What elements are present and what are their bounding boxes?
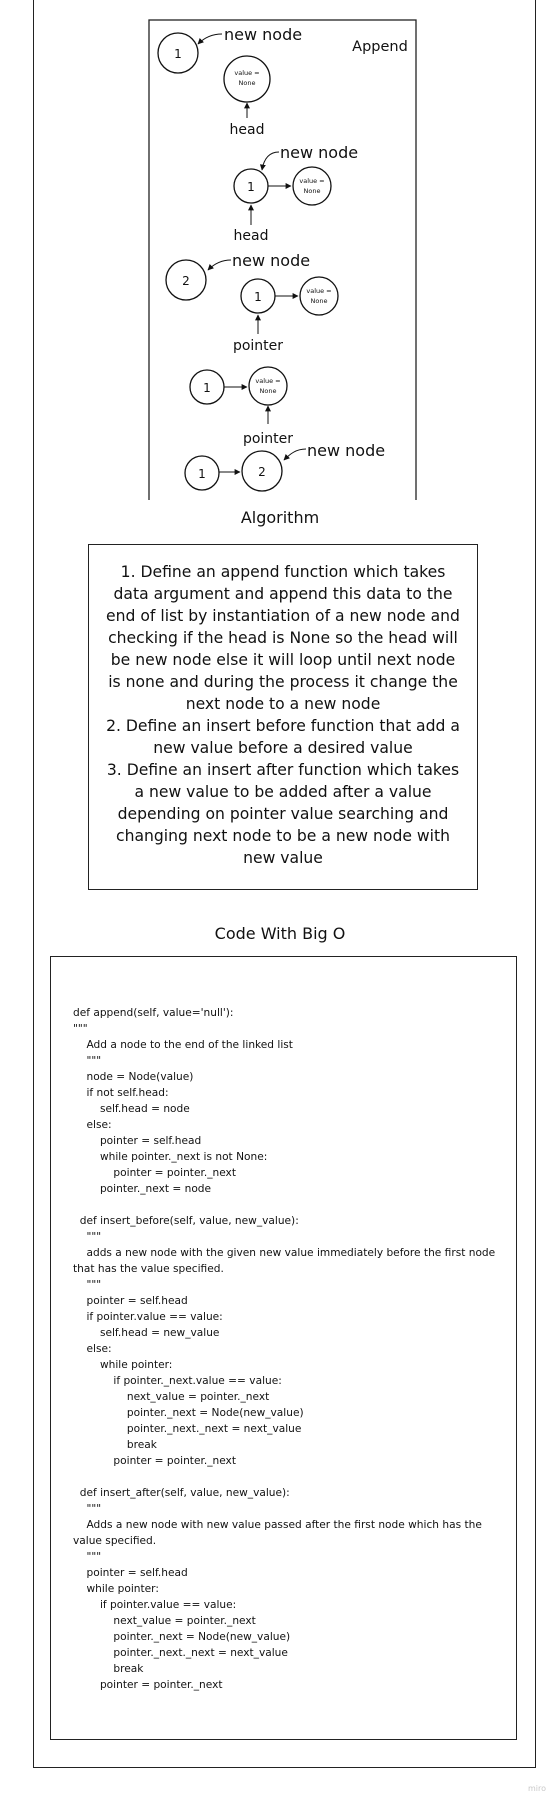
step2-none-node [292, 166, 332, 206]
code-line: Adds a new node with new value passed af… [73, 1519, 486, 1547]
code-line: pointer = pointer._next [73, 1679, 223, 1691]
code-line: pointer._next = Node(new_value) [73, 1407, 304, 1419]
step5-new-node-label: new node [307, 441, 385, 460]
step2-none-node-line2: None [304, 187, 321, 195]
code-line: self.head = new_value [73, 1327, 220, 1339]
code-line: pointer._next = Node(new_value) [73, 1631, 291, 1643]
step4-none-node [248, 366, 288, 406]
code-line: if pointer.value == value: [73, 1599, 237, 1611]
code-line: """ [73, 1503, 102, 1515]
code-line: pointer = self.head [73, 1295, 188, 1307]
algorithm-step-2: 2. Define an insert before function that… [106, 717, 460, 757]
code-line: pointer._next._next = next_value [73, 1647, 288, 1659]
code-line: """ [73, 1055, 102, 1067]
step4-pointer-label: pointer [243, 431, 293, 447]
code-line: if pointer.value == value: [73, 1311, 223, 1323]
code-line: break [73, 1439, 157, 1451]
code-line: if pointer._next.value == value: [73, 1375, 282, 1387]
step4-node-1-value: 1 [203, 381, 211, 395]
append-diagram: Append 1 new node value = None head 1 va… [148, 19, 417, 500]
step1-new-node-label: new node [224, 25, 302, 44]
code-line: """ [73, 1279, 102, 1291]
code-line: else: [73, 1119, 112, 1131]
code-line: self.head = node [73, 1103, 190, 1115]
code-title: Code With Big O [214, 924, 346, 943]
code-line: pointer = pointer._next [73, 1455, 236, 1467]
code-line: pointer._next._next = next_value [73, 1423, 302, 1435]
code-line: def append(self, value='null'): [73, 1007, 234, 1019]
code-line: pointer = self.head [73, 1135, 202, 1147]
code-line: Add a node to the end of the linked list [73, 1039, 293, 1051]
step1-new-node-arrow [197, 33, 223, 45]
code-box: def append(self, value='null'): """ Add … [50, 956, 517, 1740]
step5-node-1-value: 1 [198, 467, 206, 481]
code-line: """ [73, 1551, 102, 1563]
code-line: next_value = pointer._next [73, 1615, 256, 1627]
step3-none-node-line1: value = [306, 287, 331, 295]
step3-node-2-value: 2 [182, 274, 190, 288]
step5-node-2-value: 2 [258, 465, 266, 479]
step3-none-node-line2: None [311, 297, 328, 305]
code-line: pointer = self.head [73, 1567, 188, 1579]
append-panel-title: Append [352, 39, 408, 55]
step1-none-node-line2: None [239, 79, 256, 87]
step3-pointer-label: pointer [233, 338, 283, 354]
code-line: adds a new node with the given new value… [73, 1247, 499, 1275]
step5-new-node-arrow [283, 448, 307, 461]
miro-watermark: miro [527, 1784, 546, 1793]
code-line: while pointer: [73, 1359, 173, 1371]
step3-new-node-label: new node [232, 251, 310, 270]
code-line: def insert_before(self, value, new_value… [73, 1215, 299, 1227]
step1-head-label: head [230, 122, 265, 138]
code-line: def insert_after(self, value, new_value)… [73, 1487, 290, 1499]
step4-none-node-line1: value = [255, 377, 280, 385]
code-line: node = Node(value) [73, 1071, 194, 1083]
step3-new-node-arrow [207, 259, 232, 271]
algorithm-step-3: 3. Define an insert after function which… [106, 761, 460, 867]
step2-head-label: head [234, 228, 269, 244]
step4-none-node-line2: None [260, 387, 277, 395]
code-line: while pointer: [73, 1583, 159, 1595]
code-line: else: [73, 1343, 112, 1355]
algorithm-step-1: 1. Define an append function which takes… [106, 563, 460, 713]
code-line: if not self.head: [73, 1087, 169, 1099]
code-line: pointer._next = node [73, 1183, 212, 1195]
code-line: next_value = pointer._next [73, 1391, 270, 1403]
algorithm-title: Algorithm [240, 508, 320, 527]
algorithm-box: 1. Define an append function which takes… [88, 544, 478, 890]
step3-none-node [299, 276, 339, 316]
step2-none-node-line1: value = [299, 177, 324, 185]
step2-node-1-value: 1 [247, 180, 255, 194]
step3-node-1-value: 1 [254, 290, 262, 304]
code-line: """ [73, 1023, 88, 1035]
code-line: while pointer._next is not None: [73, 1151, 268, 1163]
step2-new-node-label: new node [280, 143, 358, 162]
step2-new-node-arrow [259, 151, 280, 171]
code-line: break [73, 1663, 144, 1675]
code-line: """ [73, 1231, 102, 1243]
step1-node-1-value: 1 [174, 47, 182, 61]
code-line: pointer = pointer._next [73, 1167, 236, 1179]
step1-none-node-line1: value = [234, 69, 259, 77]
